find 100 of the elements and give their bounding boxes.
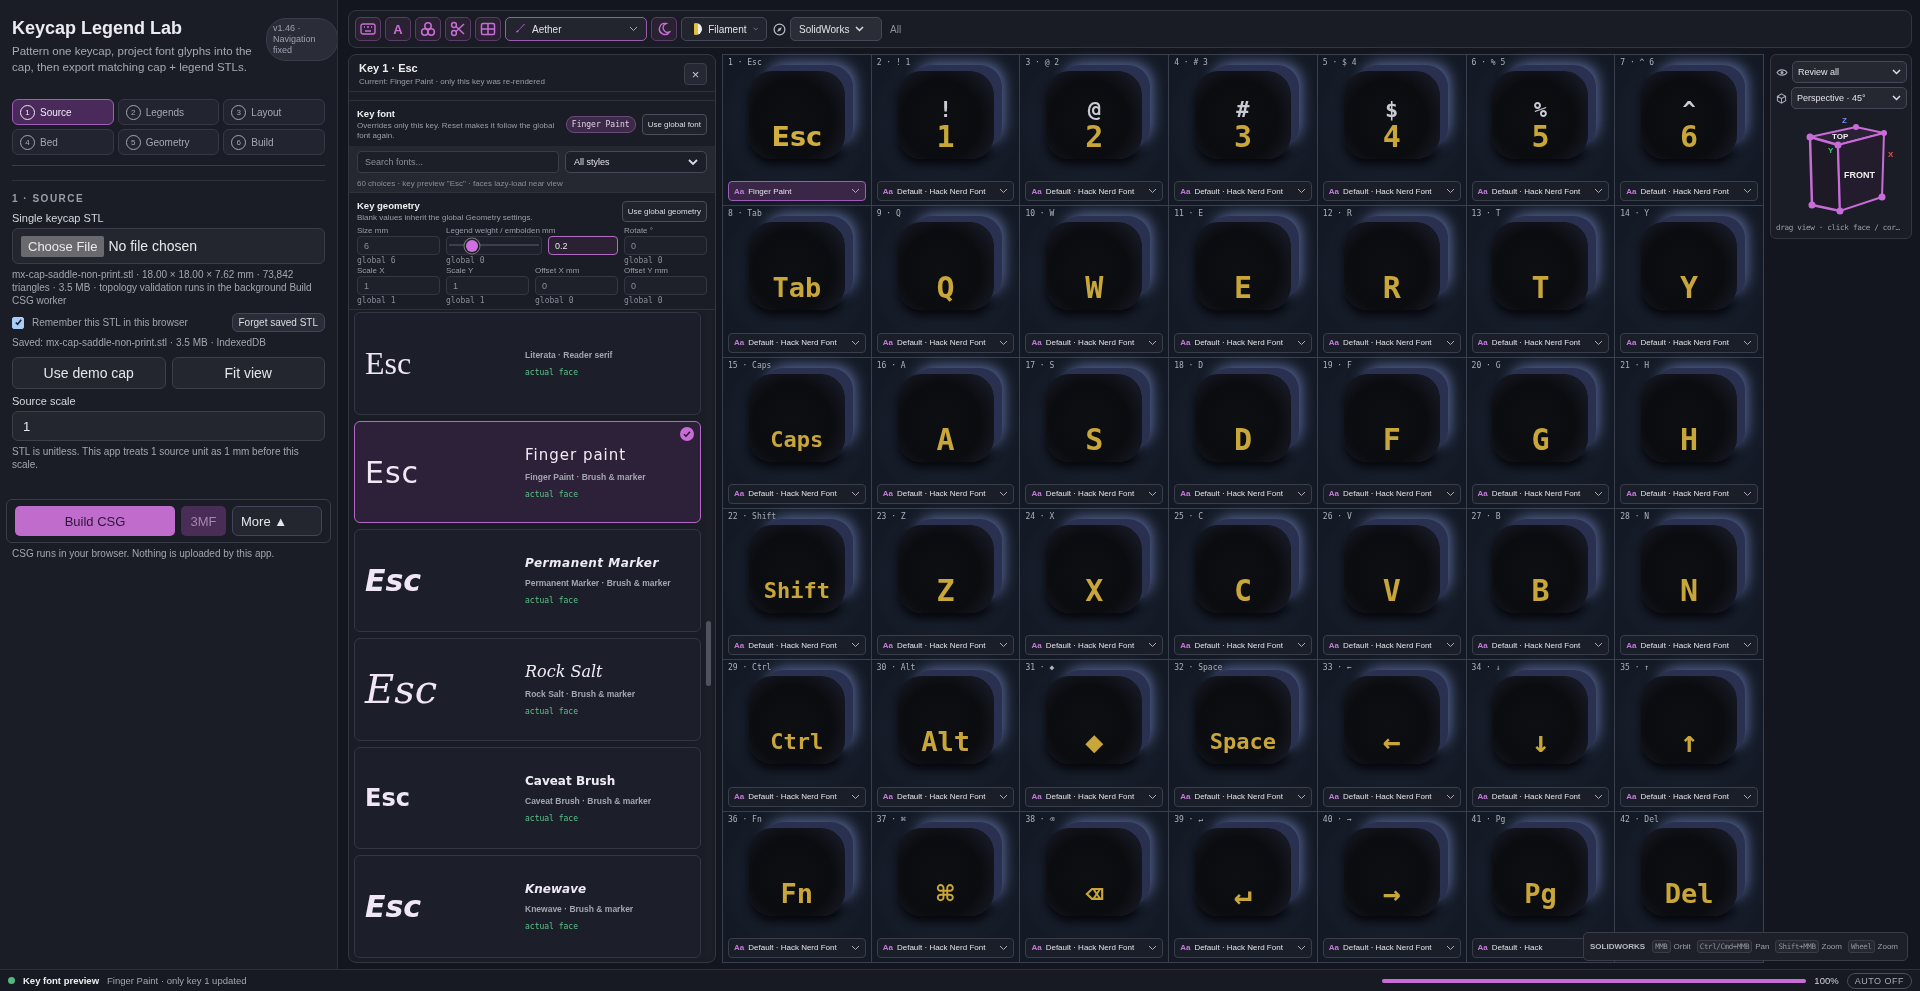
scale-input[interactable]: 1 [12,411,325,441]
key-font-select[interactable]: Aa Default · Hack Nerd Font [1620,484,1758,504]
field-label: Source scale [12,395,77,407]
key-font-select[interactable]: Aa Default · Hack Nerd Font [1620,181,1758,202]
key-font-select[interactable]: Aa Default · Hack Nerd Font [876,786,1015,807]
use-global-font-button[interactable]: Use global font [641,114,707,135]
number-input[interactable]: 0 [624,276,707,295]
keyboard-button[interactable] [355,17,381,41]
key-font-select[interactable]: Aa Default · Hack Nerd Font [1322,484,1461,504]
key-font-select[interactable]: Aa Default · Hack Nerd Font [1025,635,1164,656]
key-label: 39 · ↵ [1174,814,1204,824]
view-cube-drawing[interactable] [1806,124,1887,215]
theme-select[interactable]: Aether [505,17,647,41]
key-font-select[interactable]: Aa Default · Hack Nerd Font [1471,181,1610,202]
slider-thumb[interactable] [466,239,479,252]
file-input[interactable]: Choose File No file chosen [12,228,325,264]
font-card[interactable]: Esc Rock Salt Rock Salt · Brush & marker actual face [354,638,701,741]
number-input[interactable]: 1 [357,276,440,295]
checkbox[interactable] [12,316,24,329]
key-font-select[interactable]: Aa Default · Hack Nerd Font [1471,484,1610,504]
key-font-select[interactable]: Aa Default · Hack Nerd Font [1174,938,1312,958]
use-global-geometry-button[interactable]: Use global geometry [621,201,707,222]
key-font-select[interactable]: Aa Default · Hack Nerd Font [1471,635,1610,656]
key-font-select[interactable]: Aa Default · Hack Nerd Font [1174,484,1312,504]
demo-cap-button[interactable]: Use demo cap [12,357,166,389]
weight-slider[interactable] [446,236,542,255]
status-dot-icon [8,977,15,984]
more-button[interactable]: More ▲ [232,506,322,536]
key-font-select[interactable]: Aa Default · Hack Nerd Font [1174,181,1312,202]
key-label: 24 · X [1025,512,1055,521]
key-font-select[interactable]: Aa Default · Hack Nerd Font [1471,332,1610,353]
axis-label: Y [1827,146,1833,155]
key-font-select[interactable]: Aa Default · Hack Nerd Font [1471,786,1610,807]
keycap-legend: X [1085,575,1104,607]
key-font-select[interactable]: Aa Default · Hack Nerd Font [1025,484,1164,504]
weight-input[interactable]: 0.2 [548,236,618,255]
status-message: Finger Paint · only key 1 updated [107,975,247,986]
font-name: Knewave [525,882,588,897]
number-input[interactable]: 0 [624,236,707,255]
camera-preset-select[interactable]: SolidWorks [790,17,882,41]
review-select[interactable]: Review all [1792,61,1907,83]
key-font-select[interactable]: Aa Default · Hack Nerd Font [1174,635,1312,656]
number-input[interactable]: 6 [357,236,440,255]
key-font-select[interactable]: Aa Default · Hack Nerd Font [1620,332,1758,353]
projection-select[interactable]: Perspective · 45° [1791,87,1907,109]
forget-saved-button[interactable]: Forget saved STL [231,313,325,332]
search-field[interactable]: Search fonts... [357,151,559,173]
font-card[interactable]: Esc Caveat Brush Caveat Brush · Brush & marker actual face [354,746,701,850]
key-font-select[interactable]: Aa Default · Hack Nerd Font [1025,181,1164,202]
chevron-down-icon [1743,642,1752,649]
key-font-select[interactable]: Aa Default · Hack Nerd Font [876,484,1015,504]
key-font-select[interactable]: Aa Default · Hack Nerd Font [1174,786,1312,807]
keycap-legend: S [1085,423,1104,456]
key-font-select[interactable]: Aa Default · Hack Nerd Font [876,635,1015,656]
close-button[interactable]: × [684,63,707,85]
key-font-select[interactable]: Aa Default · Hack Nerd Font [1025,332,1164,353]
chevron-down-icon [855,26,865,32]
shapes-button[interactable] [415,17,441,41]
filament-select[interactable]: Filament [681,17,767,41]
step-tab[interactable]: 3 Layout [223,99,325,125]
number-input[interactable]: 1 [446,276,529,295]
step-tab[interactable]: 5 Geometry [117,129,220,155]
key-font-select[interactable]: Aa Default · Hack Nerd Font [1620,635,1758,656]
key-font-select[interactable]: Aa Default · Hack Nerd Font [1620,786,1758,807]
text-tool-button[interactable]: A [385,17,411,41]
build-button[interactable]: Build CSG [15,506,175,536]
font-card[interactable]: Esc Literata · Reader serif actual face [354,312,701,415]
key-font-select[interactable]: Aa Default · Hack Nerd Font [728,786,866,807]
key-font-select[interactable]: Aa Default · Hack Nerd Font [876,938,1015,958]
key-font-select[interactable]: Aa Default · Hack Nerd Font [1322,635,1461,656]
step-tab[interactable]: 6 Build [223,129,325,155]
style-filter-select[interactable]: All styles [565,151,707,173]
moon-button[interactable] [651,17,677,41]
font-card[interactable]: Esc Permanent Marker Permanent Marker · Brush & marker actual face [354,529,701,632]
file-info: mx-cap-saddle-non-print.stl · 18.00 × 18.00 × 7.62 mm · 73,842 triangles · 3.5 MB · topology validation runs in the background Build CSG worker [12,268,313,307]
key-font-select[interactable]: Aa Default · Hack Nerd Font [728,938,866,958]
step-tab[interactable]: 2 Legends [117,99,220,125]
key-font-select[interactable]: Aa Default · Hack Nerd Font [728,484,866,504]
key-font-select[interactable]: Aa Default · Hack Nerd Font [1025,786,1164,807]
font-card[interactable]: Esc Knewave Knewave · Brush & marker actual face [354,855,701,958]
layout-button[interactable] [475,17,501,41]
app-title: Keycap Legend Lab [12,18,184,39]
key-font-select[interactable]: Aa Finger Paint [728,181,866,202]
font-card[interactable]: Esc Finger paint Finger Paint · Brush & marker actual face [354,420,701,524]
key-font-select[interactable]: Aa Default · Hack Nerd Font [876,332,1015,353]
font-preview: Esc [365,454,421,490]
key-font-select[interactable]: Aa Default · Hack Nerd Font [1322,938,1461,958]
key-font-select[interactable]: Aa Default · Hack Nerd Font [728,332,866,353]
scissors-button[interactable] [445,17,471,41]
key-font-select[interactable]: Aa Default · Hack Nerd Font [728,635,866,656]
key-font-select[interactable]: Aa Default · Hack Nerd Font [1322,332,1461,353]
key-font-select[interactable]: Aa Default · Hack Nerd Font [876,181,1015,202]
key-font-select[interactable]: Aa Default · Hack Nerd Font [1174,332,1312,353]
fit-view-button[interactable]: Fit view [171,357,325,389]
key-font-select[interactable]: Aa Default · Hack Nerd Font [1025,938,1164,958]
key-font-select[interactable]: Aa Default · Hack Nerd Font [1322,786,1461,807]
number-input[interactable]: 0 [535,276,618,295]
key-font-select[interactable]: Aa Default · Hack Nerd Font [1322,181,1461,202]
step-tab[interactable]: 1 Source [12,99,114,125]
step-tab[interactable]: 4 Bed [12,129,114,155]
